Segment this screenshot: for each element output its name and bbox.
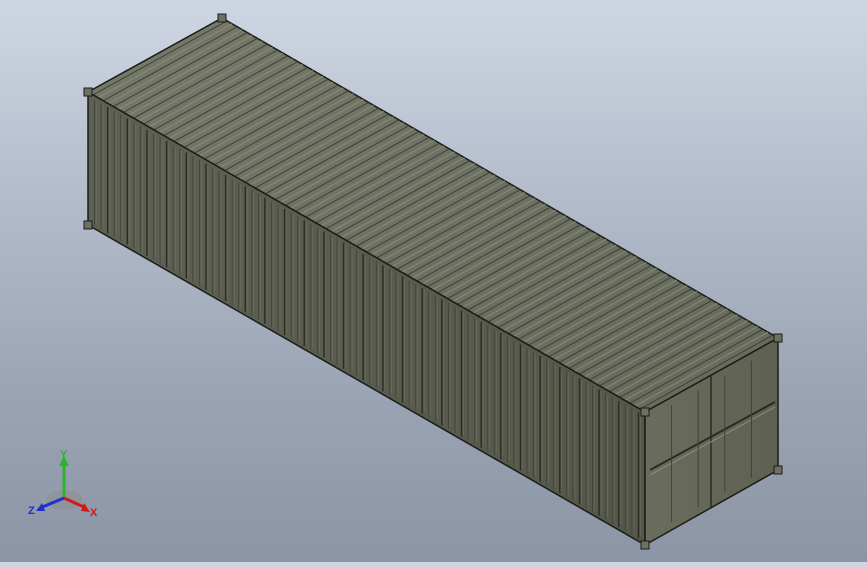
x-axis-label: X	[90, 507, 98, 519]
corner-casting	[640, 407, 650, 417]
corner-casting	[773, 465, 783, 475]
y-axis-label: Y	[60, 449, 68, 461]
graphics-viewport[interactable]	[0, 0, 867, 562]
corner-casting	[83, 87, 93, 97]
container-model[interactable]	[0, 0, 867, 562]
corner-casting	[773, 333, 783, 343]
coordinate-triad: Y X Z	[24, 448, 106, 522]
corner-casting	[640, 540, 650, 550]
corner-casting	[217, 13, 227, 23]
z-axis-label: Z	[28, 505, 35, 517]
x-arrow-icon	[81, 503, 90, 512]
corner-casting	[83, 220, 93, 230]
